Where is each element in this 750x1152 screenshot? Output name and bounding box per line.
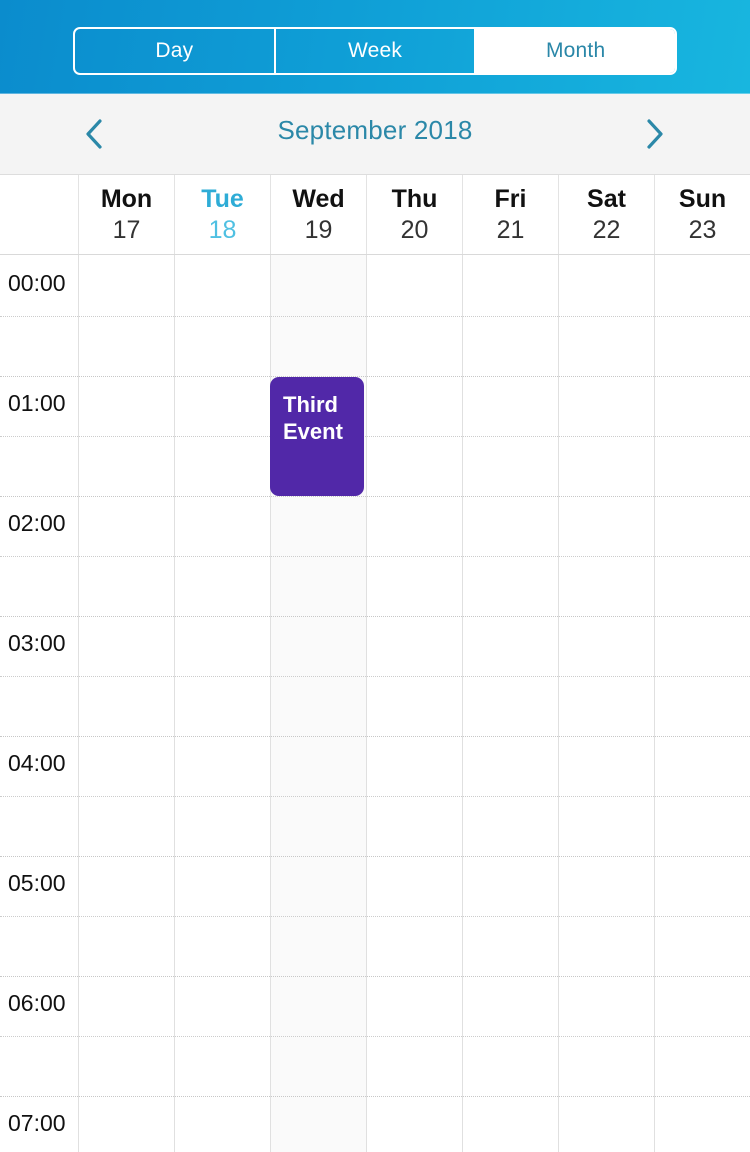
day-header-number: 19	[304, 215, 333, 244]
view-tab-day[interactable]: Day	[75, 29, 276, 73]
calendar-event[interactable]: Third Event	[270, 377, 364, 496]
view-switcher[interactable]: Day Week Month	[73, 27, 677, 75]
time-grid[interactable]: 00:00 01:00 02:00 03:00 04:00 05:00 06:00 07:00…	[0, 255, 750, 1152]
weekday-header-row: Mon 17 Tue 18 Wed 19 Thu 20 Fri 21 Sat 2…	[0, 175, 750, 255]
day-header-name: Wed	[292, 184, 345, 213]
day-header-number: 22	[592, 215, 621, 244]
day-header-number: 18	[208, 215, 237, 244]
event-title-line: Event	[283, 419, 343, 445]
month-navigation-bar: September 2018	[0, 94, 750, 175]
day-header-name: Tue	[201, 184, 244, 213]
day-header-wed[interactable]: Wed 19	[271, 175, 367, 254]
day-header-number: 21	[496, 215, 525, 244]
day-header-number: 23	[688, 215, 717, 244]
next-period-button[interactable]	[615, 94, 695, 174]
day-header-name: Thu	[391, 184, 438, 213]
day-header-mon[interactable]: Mon 17	[79, 175, 175, 254]
view-tab-week[interactable]: Week	[276, 29, 477, 73]
event-title-line: Third	[283, 392, 338, 417]
day-header-name: Sat	[587, 184, 626, 213]
day-header-name: Mon	[100, 184, 153, 213]
view-tab-month[interactable]: Month	[476, 29, 675, 73]
day-header-tue[interactable]: Tue 18	[175, 175, 271, 254]
chevron-right-icon	[644, 117, 666, 151]
day-header-name: Sun	[678, 184, 727, 213]
time-grid-inner: 00:00 01:00 02:00 03:00 04:00 05:00 06:00 07:00…	[0, 255, 750, 1152]
day-header-fri[interactable]: Fri 21	[463, 175, 559, 254]
day-header-thu[interactable]: Thu 20	[367, 175, 463, 254]
day-header-name: Fri	[494, 184, 527, 213]
day-header-sun[interactable]: Sun 23	[655, 175, 750, 254]
top-bar: Day Week Month	[0, 0, 750, 94]
time-gutter-header	[0, 175, 79, 254]
events-layer: Third Event	[0, 255, 750, 1152]
day-header-number: 20	[400, 215, 429, 244]
day-header-sat[interactable]: Sat 22	[559, 175, 655, 254]
day-header-number: 17	[112, 215, 141, 244]
